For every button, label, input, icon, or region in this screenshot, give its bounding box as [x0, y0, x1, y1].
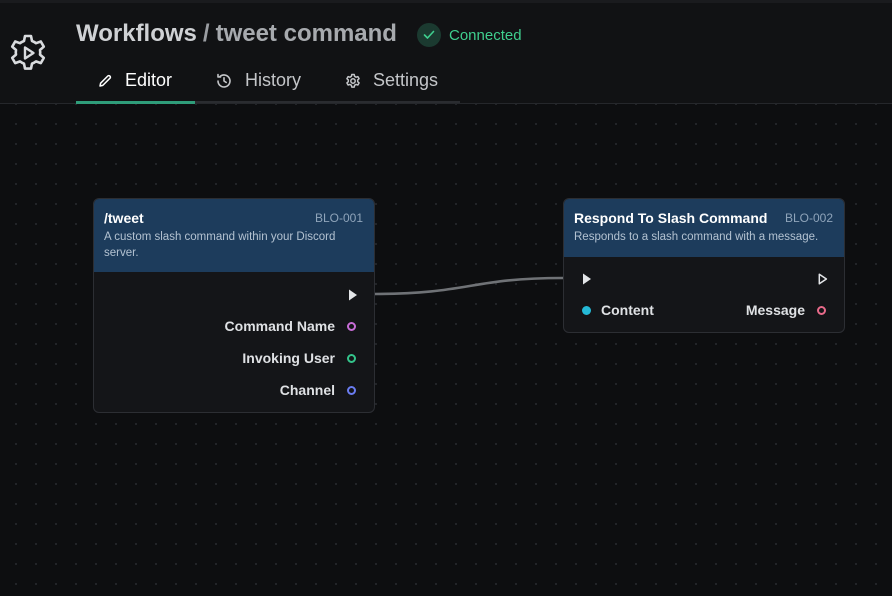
pencil-icon	[99, 74, 112, 87]
status-text: Connected	[449, 26, 522, 44]
output-port-message: Message	[746, 302, 826, 318]
exec-output-arrow-icon[interactable]	[348, 289, 358, 301]
node-id: BLO-001	[314, 211, 363, 225]
tab-settings-label: Settings	[373, 70, 439, 90]
exec-input-arrow-icon[interactable]	[582, 273, 592, 285]
tab-editor-label: Editor	[125, 70, 173, 90]
port-label: Message	[745, 302, 805, 318]
port-dot[interactable]	[582, 305, 591, 315]
top-edge	[0, 0, 892, 3]
node-header[interactable]: Respond To Slash Command BLO-002 Respond…	[564, 199, 844, 257]
port-label: Invoking User	[242, 350, 335, 366]
port-label: Channel	[279, 382, 335, 398]
node-description: Responds to a slash command with a messa…	[574, 231, 819, 243]
tab-editor[interactable]: Editor	[76, 60, 195, 104]
output-port-command-name: Command Name	[225, 318, 356, 334]
breadcrumb-separator: /	[202, 20, 210, 47]
input-port-content: Content	[582, 302, 654, 318]
port-label: Command Name	[224, 318, 335, 334]
port-label: Content	[601, 302, 654, 318]
node-header[interactable]: /tweet BLO-001 A custom slash command wi…	[94, 199, 374, 272]
exec-output-arrow-icon[interactable]	[818, 273, 828, 285]
node-tweet-command[interactable]: /tweet BLO-001 A custom slash command wi…	[93, 198, 375, 413]
app: Workflows / tweet command Connected Editor…	[0, 0, 892, 596]
check-icon	[417, 23, 441, 47]
port-dot[interactable]	[347, 385, 356, 395]
port-dot[interactable]	[347, 353, 356, 363]
output-port-invoking-user: Invoking User	[242, 350, 356, 366]
node-id: BLO-002	[784, 211, 833, 225]
header: Workflows / tweet command Connected Editor…	[0, 0, 892, 104]
history-icon	[217, 73, 231, 88]
breadcrumb: Workflows / tweet command	[76, 19, 397, 49]
node-respond-to-slash-command[interactable]: Respond To Slash Command BLO-002 Respond…	[563, 198, 845, 333]
port-dot[interactable]	[347, 321, 356, 331]
breadcrumb-root[interactable]: Workflows	[76, 20, 197, 47]
output-port-channel: Channel	[280, 382, 356, 398]
breadcrumb-current: tweet command	[215, 20, 397, 47]
tab-bar: Editor History Settings	[76, 60, 460, 104]
tab-history-label: History	[245, 70, 302, 90]
gear-icon	[346, 73, 360, 88]
node-description: A custom slash command within your Disco…	[104, 231, 336, 259]
tab-history[interactable]: History	[215, 60, 301, 101]
port-dot[interactable]	[817, 305, 826, 315]
tab-settings[interactable]: Settings	[345, 60, 438, 101]
status-badge: Connected	[417, 23, 522, 47]
gear-play-icon[interactable]	[6, 31, 50, 75]
